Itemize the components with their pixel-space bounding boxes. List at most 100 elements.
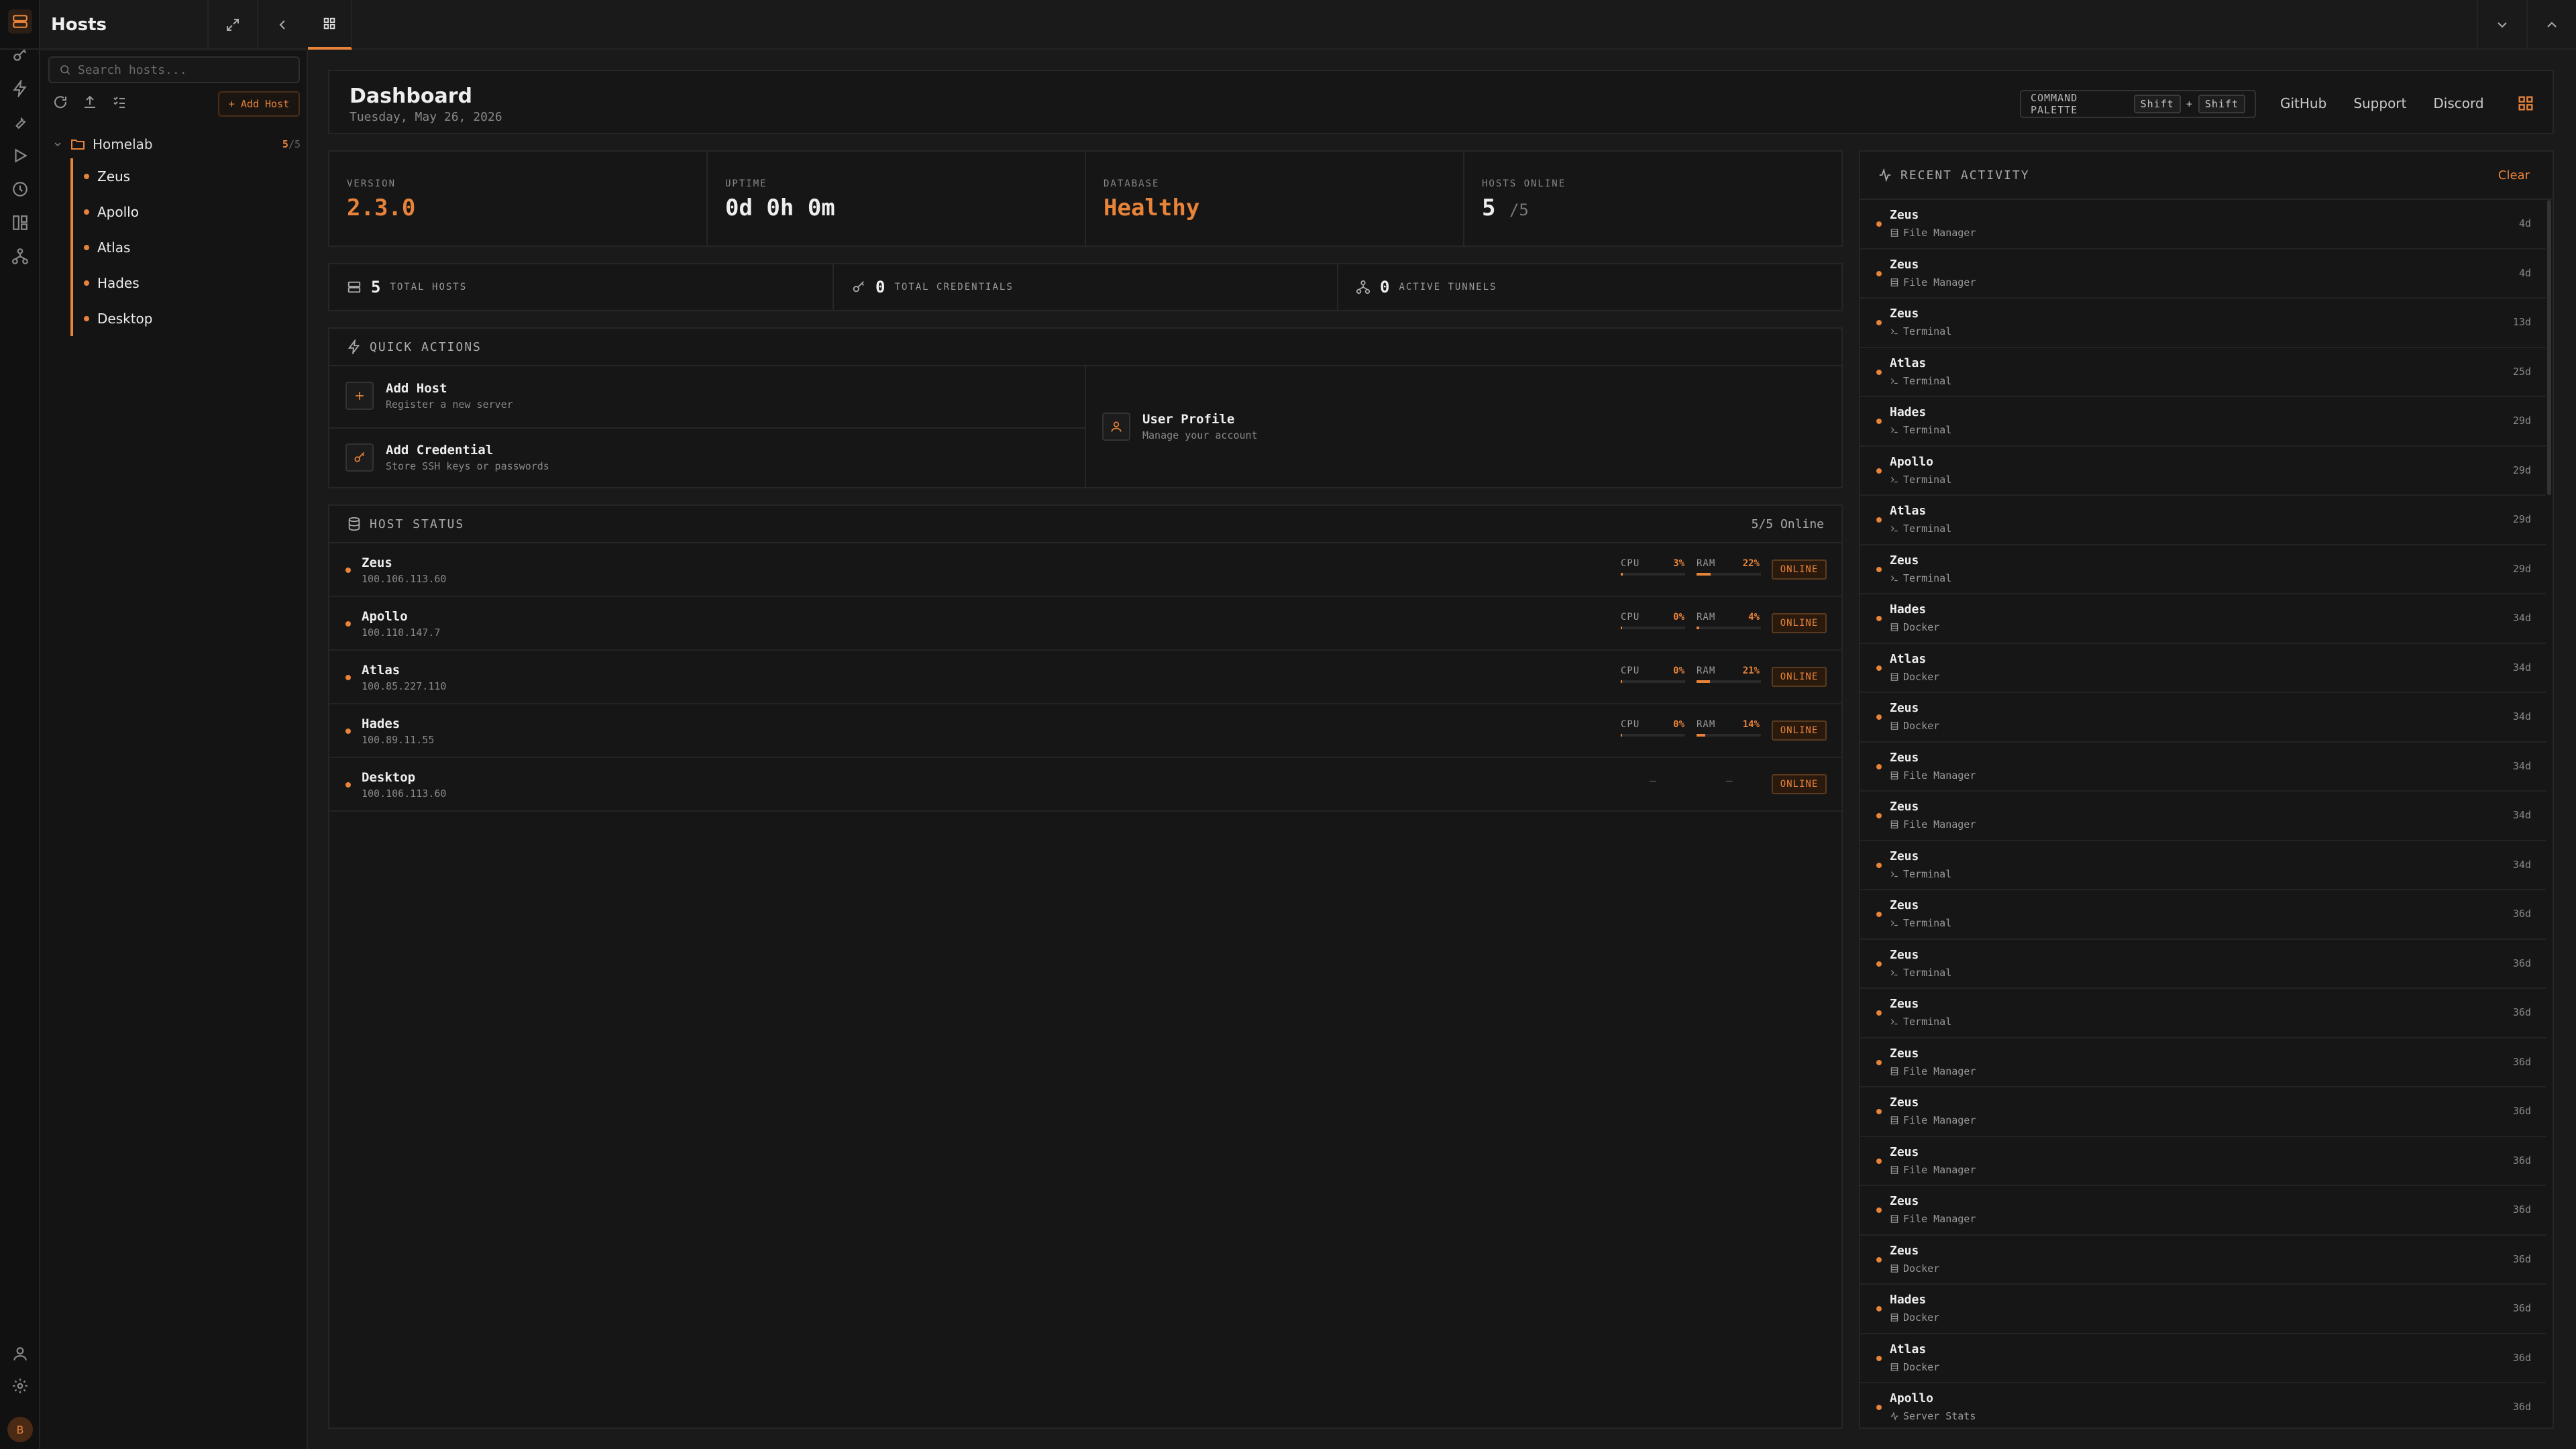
status-dot — [1876, 1158, 1882, 1164]
host-status-row[interactable]: Hades 100.89.11.55 CPU 0% RAM 14% ONLINE — [329, 704, 1841, 758]
sidebar-host-desktop[interactable]: Desktop — [73, 301, 307, 336]
host-ip: 100.106.113.60 — [362, 788, 447, 800]
activity-item[interactable]: Zeus File Manager 4d — [1860, 200, 2546, 250]
cpu-bar — [1621, 680, 1685, 683]
tab-dashboard[interactable] — [308, 0, 352, 50]
docker-icon — [1890, 1313, 1898, 1322]
activity-item[interactable]: Atlas Docker 36d — [1860, 1334, 2546, 1383]
status-badge: ONLINE — [1772, 774, 1827, 794]
activity-item[interactable]: Zeus Terminal 36d — [1860, 989, 2546, 1038]
layout-grid-icon[interactable] — [2516, 94, 2535, 113]
layout-icon[interactable] — [8, 211, 32, 235]
stat-database: DATABASE Healthy — [1086, 152, 1464, 246]
section-title: QUICK ACTIONS — [370, 339, 482, 354]
clock-icon[interactable] — [8, 177, 32, 201]
command-palette-button[interactable]: COMMAND PALETTE Shift + Shift — [2020, 90, 2256, 118]
collapse-chevron-left-icon[interactable] — [257, 0, 307, 50]
search-box[interactable] — [48, 56, 300, 83]
wrench-icon[interactable] — [8, 110, 32, 134]
activity-item[interactable]: Zeus File Manager 36d — [1860, 1087, 2546, 1137]
activity-item[interactable]: Zeus File Manager 36d — [1860, 1137, 2546, 1186]
stat-version: VERSION 2.3.0 — [329, 152, 708, 246]
activity-item[interactable]: Zeus File Manager 36d — [1860, 1186, 2546, 1236]
host-ip: 100.110.147.7 — [362, 627, 441, 639]
activity-time: 29d — [2512, 415, 2531, 427]
activity-item[interactable]: Zeus Docker 34d — [1860, 693, 2546, 743]
stat-label: VERSION — [347, 178, 396, 189]
activity-item[interactable]: Zeus Docker 36d — [1860, 1236, 2546, 1285]
scrollbar[interactable] — [2547, 200, 2551, 495]
sidebar-host-zeus[interactable]: Zeus — [73, 158, 307, 194]
action-title: User Profile — [1142, 412, 1235, 427]
activity-time: 36d — [2512, 1105, 2531, 1117]
activity-item[interactable]: Hades Docker 34d — [1860, 594, 2546, 644]
quick-action-add-host[interactable]: Add Host Register a new server — [345, 381, 513, 411]
folder-homelab[interactable]: Homelab 5/5 — [52, 134, 301, 154]
lightning-icon[interactable] — [8, 76, 32, 101]
host-status-row[interactable]: Atlas 100.85.227.110 CPU 0% RAM 21% ONLIN… — [329, 651, 1841, 704]
sidebar-host-atlas[interactable]: Atlas — [73, 229, 307, 265]
host-name: Atlas — [362, 663, 400, 678]
activity-item[interactable]: Hades Docker 36d — [1860, 1285, 2546, 1334]
search-input[interactable] — [78, 62, 279, 77]
settings-gear-icon[interactable] — [8, 1374, 32, 1398]
activity-item[interactable]: Apollo Terminal 29d — [1860, 447, 2546, 496]
activity-item[interactable]: Zeus Terminal 29d — [1860, 545, 2546, 594]
clear-button[interactable]: Clear — [2498, 168, 2530, 182]
expand-icon[interactable] — [207, 0, 257, 50]
status-badge: ONLINE — [1772, 667, 1827, 687]
activity-host: Zeus — [1890, 257, 1919, 272]
activity-item[interactable]: Zeus File Manager 34d — [1860, 743, 2546, 792]
activity-item[interactable]: Zeus File Manager 4d — [1860, 250, 2546, 299]
database-icon — [348, 517, 360, 531]
activity-host: Zeus — [1890, 307, 1919, 321]
dashboard-grid-icon — [323, 17, 335, 30]
support-link[interactable]: Support — [2353, 95, 2406, 111]
activity-type: Terminal — [1890, 868, 1951, 880]
page-title: Dashboard — [350, 85, 472, 108]
avatar[interactable]: B — [7, 1417, 33, 1442]
host-status-row[interactable]: Desktop 100.106.113.60 — — ONLINE — [329, 758, 1841, 812]
activity-item[interactable]: Zeus Terminal 36d — [1860, 940, 2546, 989]
section-title: RECENT ACTIVITY — [1900, 168, 2030, 182]
play-icon[interactable] — [8, 144, 32, 168]
github-link[interactable]: GitHub — [2280, 95, 2326, 111]
activity-item[interactable]: Zeus File Manager 34d — [1860, 792, 2546, 841]
status-dot — [1876, 961, 1882, 967]
host-status-panel: HOST STATUS 5/5 Online Zeus 100.106.113.… — [328, 504, 1843, 1429]
terminal-icon — [1890, 329, 1898, 335]
add-host-button[interactable]: + Add Host — [218, 91, 300, 117]
stat-label: DATABASE — [1104, 178, 1160, 189]
activity-item[interactable]: Zeus Terminal 34d — [1860, 841, 2546, 890]
host-status-row[interactable]: Zeus 100.106.113.60 CPU 3% RAM 22% ONLINE — [329, 543, 1841, 597]
chevron-up-icon[interactable] — [2526, 0, 2576, 50]
upload-icon[interactable] — [82, 94, 98, 110]
stats-panel: VERSION 2.3.0 UPTIME 0d 0h 0m DATABASE H… — [328, 150, 1843, 247]
status-dot — [1876, 665, 1882, 671]
activity-item[interactable]: Zeus Terminal 36d — [1860, 890, 2546, 940]
activity-item[interactable]: Zeus File Manager 36d — [1860, 1038, 2546, 1087]
activity-item[interactable]: Atlas Terminal 25d — [1860, 348, 2546, 397]
stat-value: 2.3.0 — [347, 195, 416, 221]
quick-action-add-credential[interactable]: Add Credential Store SSH keys or password… — [345, 443, 549, 472]
activity-item[interactable]: Zeus Terminal 13d — [1860, 299, 2546, 348]
host-status-row[interactable]: Apollo 100.110.147.7 CPU 0% RAM 4% ONLINE — [329, 597, 1841, 651]
cpu-bar-fill — [1621, 680, 1622, 683]
docker-icon — [1890, 1264, 1898, 1273]
activity-type: Docker — [1890, 1263, 1939, 1275]
activity-type: File Manager — [1890, 1213, 1976, 1225]
network-icon[interactable] — [8, 244, 32, 268]
discord-link[interactable]: Discord — [2433, 95, 2483, 111]
user-icon[interactable] — [8, 1342, 32, 1366]
sidebar-host-apollo[interactable]: Apollo — [73, 194, 307, 229]
quick-action-user-profile[interactable]: User Profile Manage your account — [1102, 412, 1258, 441]
chevron-down-icon[interactable] — [2477, 0, 2526, 50]
action-subtitle: Manage your account — [1142, 429, 1258, 441]
select-list-icon[interactable] — [111, 94, 127, 110]
activity-item[interactable]: Hades Terminal 29d — [1860, 397, 2546, 447]
activity-item[interactable]: Apollo Server Stats 36d — [1860, 1383, 2546, 1428]
activity-item[interactable]: Atlas Docker 34d — [1860, 644, 2546, 693]
activity-item[interactable]: Atlas Terminal 29d — [1860, 496, 2546, 545]
sidebar-host-hades[interactable]: Hades — [73, 265, 307, 301]
refresh-icon[interactable] — [52, 94, 68, 110]
